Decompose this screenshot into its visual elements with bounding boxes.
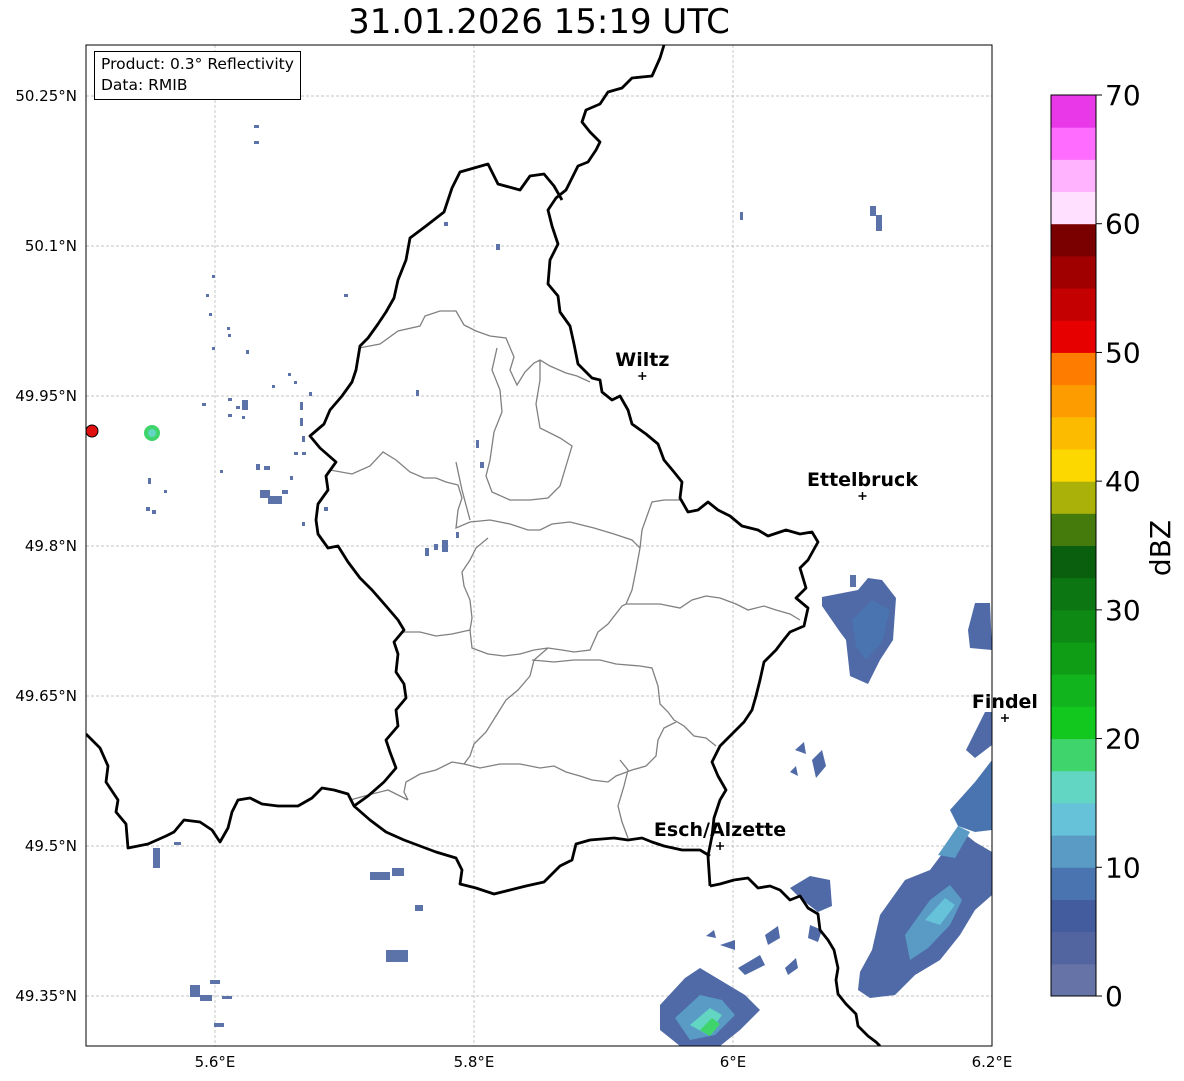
colorbar-segment <box>1051 95 1096 128</box>
city-label: Ettelbruck <box>807 469 918 491</box>
x-tick-label: 5.8°E <box>454 1053 495 1071</box>
colorbar-segment <box>1051 416 1096 450</box>
colorbar-segment <box>1051 288 1096 321</box>
colorbar-segment <box>1051 609 1096 643</box>
colorbar-segment <box>1051 448 1096 482</box>
city-label: Esch/Alzette <box>654 819 786 841</box>
colorbar-segment <box>1051 513 1096 546</box>
y-tick-label: 49.65°N <box>15 687 77 705</box>
colorbar-tick-label: 60 <box>1105 208 1141 241</box>
colorbar-unit-label: dBZ <box>1144 520 1177 576</box>
colorbar-tick-label: 10 <box>1105 851 1141 884</box>
echo-near-radar <box>144 425 160 441</box>
colorbar-segment <box>1051 674 1096 707</box>
city-label: Wiltz <box>615 349 669 371</box>
colorbar-tick-label: 40 <box>1105 465 1141 498</box>
product-info-box: Product: 0.3° Reflectivity Data: RMIB <box>94 51 301 100</box>
colorbar-segment <box>1051 191 1096 225</box>
colorbar-tick-label: 70 <box>1105 79 1141 112</box>
colorbar-tick-label: 50 <box>1105 336 1141 369</box>
colorbar-segment <box>1051 642 1096 675</box>
y-tick-label: 49.35°N <box>15 987 77 1005</box>
colorbar-tick-label: 20 <box>1105 723 1141 756</box>
colorbar-segment <box>1051 802 1096 836</box>
colorbar-segment <box>1051 159 1096 193</box>
colorbar-segment <box>1051 223 1096 257</box>
colorbar-tick-label: 30 <box>1105 594 1141 627</box>
colorbar-segment <box>1051 899 1096 933</box>
y-tick-label: 49.5°N <box>25 837 77 855</box>
radar-map[interactable]: Wiltz Ettelbruck Findel Esch/Alzette 5.6°E 5… <box>0 0 1184 1081</box>
colorbar-tick-label: 0 <box>1105 980 1123 1013</box>
colorbar-segment <box>1051 545 1096 579</box>
colorbar-segment <box>1051 963 1096 997</box>
x-tick-label: 6°E <box>720 1053 747 1071</box>
data-source-label: Data: RMIB <box>101 76 188 94</box>
colorbar-segment <box>1051 770 1096 804</box>
product-label: Product: 0.3° Reflectivity <box>101 55 294 73</box>
y-tick-label: 50.1°N <box>25 237 77 255</box>
city-label: Findel <box>972 691 1038 713</box>
colorbar-segment <box>1051 931 1096 965</box>
colorbar-segment <box>1051 384 1096 418</box>
colorbar-segment <box>1051 352 1096 386</box>
radar-site-marker[interactable] <box>85 424 99 438</box>
colorbar-segment <box>1051 867 1096 900</box>
colorbar-segment <box>1051 255 1096 289</box>
colorbar-segment <box>1051 706 1096 740</box>
colorbar: 0 10 20 30 40 50 60 70 dBZ <box>1050 79 1177 1013</box>
colorbar-segment <box>1051 127 1096 160</box>
x-tick-label: 6.2°E <box>972 1053 1013 1071</box>
colorbar-segment <box>1051 738 1096 772</box>
x-tick-label: 5.6°E <box>195 1053 236 1071</box>
colorbar-segment <box>1051 320 1096 353</box>
plot-area <box>86 45 992 1046</box>
colorbar-segment <box>1051 481 1096 514</box>
y-tick-label: 49.8°N <box>25 537 77 555</box>
colorbar-segment <box>1051 577 1096 611</box>
y-tick-label: 50.25°N <box>15 87 77 105</box>
y-tick-label: 49.95°N <box>15 387 77 405</box>
colorbar-segment <box>1051 835 1096 868</box>
